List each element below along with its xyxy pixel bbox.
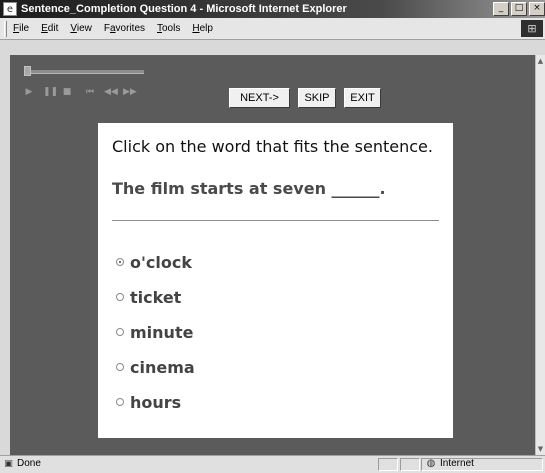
answer-option[interactable]: minute xyxy=(116,321,193,343)
skip-button[interactable]: SKIP xyxy=(298,88,336,108)
rewind-icon[interactable]: ◀◀ xyxy=(104,87,118,97)
radio-button[interactable] xyxy=(116,398,124,406)
content-frame-top xyxy=(0,40,545,55)
option-label: ticket xyxy=(130,287,182,307)
vertical-scrollbar[interactable]: ▲ ▼ xyxy=(535,55,545,455)
menu-edit[interactable]: Edit xyxy=(41,23,58,34)
browser-window: e Sentence_Completion Question 4 - Micro… xyxy=(0,0,545,473)
menu-bar: File Edit View Favorites Tools Help ⊞ xyxy=(0,18,545,40)
radio-button[interactable] xyxy=(116,328,124,336)
player-controls: ▶ ❚❚ ■ ⏮ ◀◀ ▶▶ xyxy=(24,87,142,97)
menu-help[interactable]: Help xyxy=(192,23,213,34)
media-player: ▶ ❚❚ ■ ⏮ ◀◀ ▶▶ xyxy=(24,66,150,111)
option-label: minute xyxy=(130,322,194,342)
option-label: cinema xyxy=(130,357,195,377)
skip-back-icon[interactable]: ⏮ xyxy=(85,87,95,97)
option-label: o'clock xyxy=(130,252,192,272)
close-icon[interactable]: × xyxy=(529,2,545,16)
play-icon[interactable]: ▶ xyxy=(24,87,34,97)
question-card: Click on the word that fits the sentence… xyxy=(98,123,453,438)
answer-option[interactable]: ticket xyxy=(116,286,181,308)
answer-option[interactable]: o'clock xyxy=(116,251,192,273)
radio-button[interactable] xyxy=(116,293,124,301)
next-button[interactable]: NEXT-> xyxy=(229,88,290,108)
exit-button[interactable]: EXIT xyxy=(344,88,381,108)
fast-forward-icon[interactable]: ▶▶ xyxy=(123,87,137,97)
menu-favorites[interactable]: Favorites xyxy=(104,23,145,34)
menu-tools[interactable]: Tools xyxy=(157,23,180,34)
status-text: Done xyxy=(17,458,41,469)
ie-page-icon: e xyxy=(3,2,17,16)
stop-icon[interactable]: ■ xyxy=(62,87,72,97)
divider xyxy=(112,220,439,221)
status-bar: ▣ Done ◍ Internet xyxy=(0,455,545,473)
maximize-icon[interactable]: □ xyxy=(511,2,527,16)
seek-bar[interactable] xyxy=(24,66,144,76)
window-title: Sentence_Completion Question 4 - Microso… xyxy=(21,3,347,15)
page-done-icon: ▣ xyxy=(4,459,13,469)
seek-thumb[interactable] xyxy=(24,66,31,76)
menu-file[interactable]: File xyxy=(13,23,29,34)
pause-icon[interactable]: ❚❚ xyxy=(43,87,58,97)
status-panel xyxy=(378,458,398,471)
radio-button[interactable] xyxy=(116,258,124,266)
title-bar: e Sentence_Completion Question 4 - Micro… xyxy=(0,0,545,18)
scroll-up-icon[interactable]: ▲ xyxy=(536,55,545,67)
toolbar-grip[interactable] xyxy=(4,20,7,37)
minimize-icon[interactable]: _ xyxy=(493,2,509,16)
globe-icon: ◍ xyxy=(426,458,436,469)
answer-option[interactable]: hours xyxy=(116,391,181,413)
windows-logo-icon: ⊞ xyxy=(521,20,543,37)
option-label: hours xyxy=(130,392,182,412)
content-frame-left xyxy=(0,40,10,455)
window-controls: _ □ × xyxy=(491,2,545,16)
question-instruction: Click on the word that fits the sentence… xyxy=(112,137,433,156)
status-panel xyxy=(400,458,420,471)
scroll-down-icon[interactable]: ▼ xyxy=(536,443,545,455)
answer-option[interactable]: cinema xyxy=(116,356,195,378)
zone-text: Internet xyxy=(440,458,474,469)
radio-button[interactable] xyxy=(116,363,124,371)
question-sentence: The film starts at seven ______. xyxy=(112,179,386,198)
menu-view[interactable]: View xyxy=(70,23,92,34)
